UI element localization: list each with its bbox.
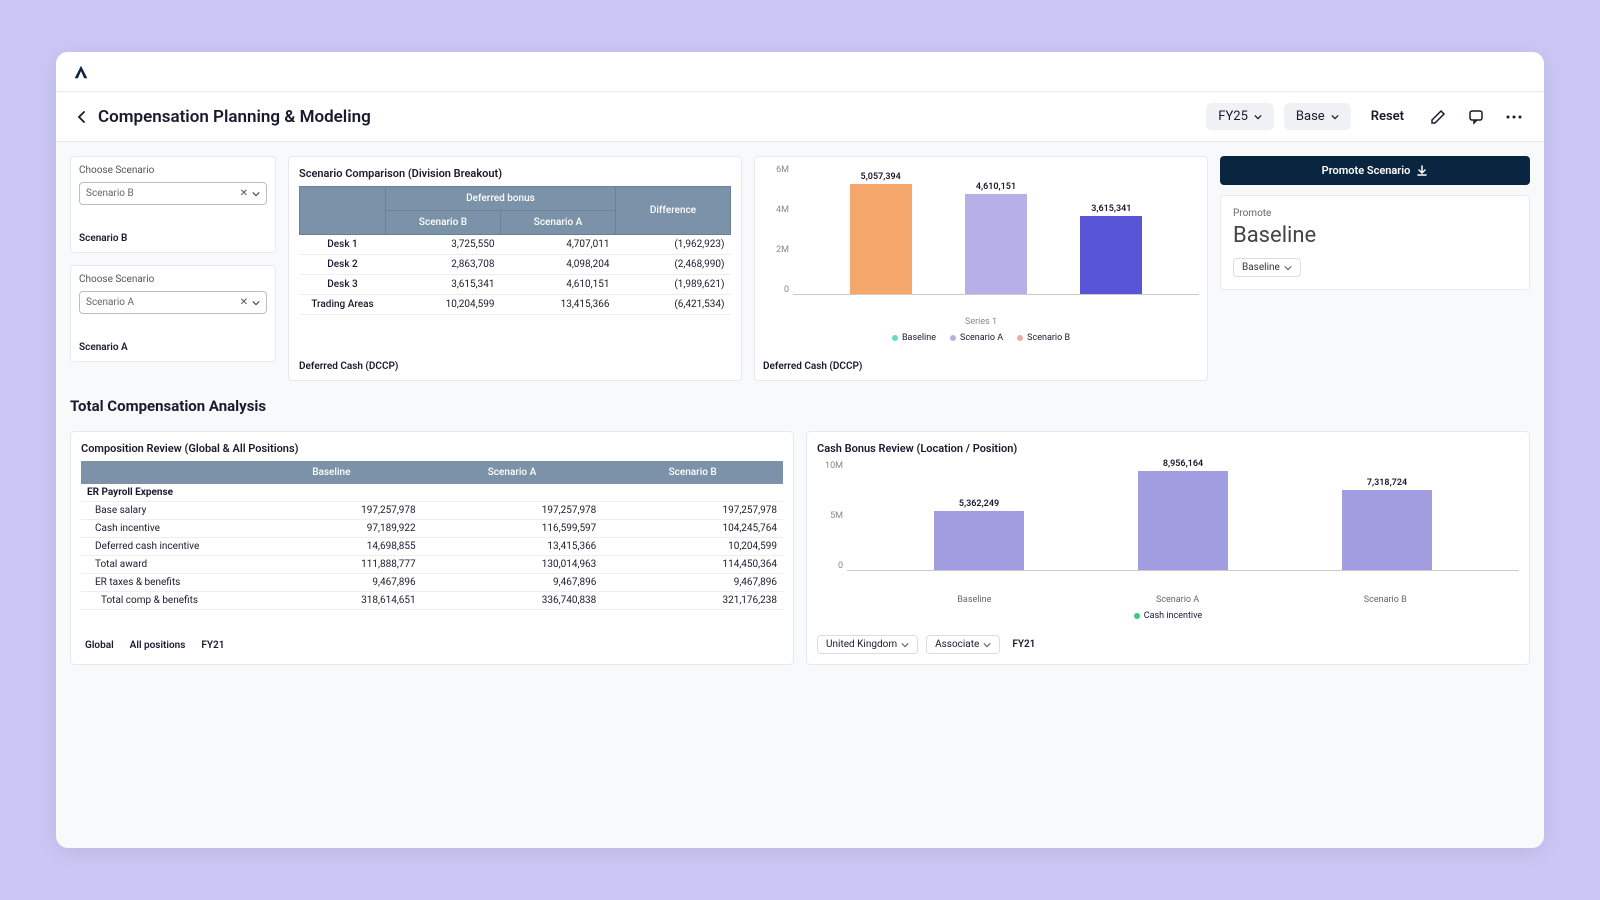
table-row: Desk 22,863,7084,098,204(2,468,990): [300, 255, 731, 275]
card-footer: Deferred Cash (DCCP): [763, 343, 1199, 372]
chip-label: Baseline: [1242, 262, 1280, 273]
card-footer: Deferred Cash (DCCP): [299, 343, 731, 372]
download-icon: [1416, 165, 1428, 177]
scenario-picker-b: Choose Scenario Scenario B ✕ Scenario B: [70, 156, 276, 253]
chevron-down-icon: [252, 190, 260, 198]
legend-label: Cash incentive: [1144, 611, 1202, 621]
composition-review-card: Composition Review (Global & All Positio…: [70, 431, 794, 665]
scenario-picker-a: Choose Scenario Scenario A ✕ Scenario A: [70, 265, 276, 362]
baseline-chip[interactable]: Baseline: [1233, 258, 1301, 277]
scenario-select-b[interactable]: Scenario B ✕: [79, 182, 267, 205]
version-selector-label: Base: [1296, 109, 1325, 124]
x-axis-labels: BaselineScenario AScenario B: [817, 595, 1519, 605]
y-axis: 10M5M0: [817, 461, 847, 571]
col-a: Scenario A: [501, 211, 616, 235]
promote-card-value: Baseline: [1233, 223, 1517, 248]
back-button[interactable]: [72, 107, 92, 127]
section-heading: Total Compensation Analysis: [70, 397, 1530, 415]
promote-button-label: Promote Scenario: [1322, 164, 1411, 177]
chevron-down-icon: [1284, 264, 1292, 272]
chevron-down-icon: [252, 299, 260, 307]
promote-card: Promote Baseline Baseline: [1220, 195, 1530, 290]
chevron-down-icon: [1254, 113, 1262, 121]
more-menu-button[interactable]: [1500, 103, 1528, 131]
picker-label: Choose Scenario: [79, 165, 267, 176]
chat-icon: [1468, 109, 1484, 125]
table-row: Base salary197,257,978197,257,978197,257…: [81, 502, 783, 520]
filter-chip[interactable]: Global: [81, 637, 118, 654]
table-row: Total comp & benefits318,614,651336,740,…: [81, 592, 783, 610]
comparison-table: Deferred bonus Difference Scenario B Sce…: [299, 186, 731, 315]
composition-table: BaselineScenario AScenario B ER Payroll …: [81, 461, 783, 610]
card-title: Cash Bonus Review (Location / Position): [817, 442, 1519, 455]
filter-row: United Kingdom Associate FY21: [817, 621, 1519, 654]
chevron-down-icon: [1331, 113, 1339, 121]
clear-icon[interactable]: ✕: [240, 297, 248, 308]
col-group: Deferred bonus: [386, 187, 616, 211]
chart-bars: 5,057,3944,610,1513,615,341: [793, 165, 1199, 294]
select-value: Scenario B: [86, 188, 134, 199]
filter-chip[interactable]: All positions: [126, 637, 190, 654]
promote-card-label: Promote: [1233, 208, 1517, 219]
cash-bonus-card: Cash Bonus Review (Location / Position) …: [806, 431, 1530, 665]
comment-button[interactable]: [1462, 103, 1490, 131]
clear-icon[interactable]: ✕: [240, 188, 248, 199]
legend-dot: [1134, 613, 1140, 619]
filter-row: Global All positions FY21: [81, 623, 783, 654]
comparison-table-card: Scenario Comparison (Division Breakout) …: [288, 156, 742, 381]
filter-chip[interactable]: FY21: [197, 637, 228, 654]
col-diff: Difference: [616, 187, 731, 235]
page-title: Compensation Planning & Modeling: [98, 107, 371, 127]
y-axis: 6M4M2M0: [763, 165, 793, 295]
card-title: Scenario Comparison (Division Breakout): [299, 167, 731, 180]
header-row: Compensation Planning & Modeling FY25 Ba…: [56, 92, 1544, 142]
dots-icon: [1506, 115, 1522, 119]
promote-scenario-button[interactable]: Promote Scenario: [1220, 156, 1530, 185]
fy-selector-label: FY25: [1218, 109, 1248, 124]
series-label: Series 1: [763, 317, 1199, 327]
app-logo-icon: [72, 63, 90, 81]
version-selector[interactable]: Base: [1284, 103, 1351, 130]
fy-selector[interactable]: FY25: [1206, 103, 1274, 130]
chart-bars: 5,362,2498,956,1647,318,724: [847, 461, 1519, 570]
table-row: Trading Areas10,204,59913,415,366(6,421,…: [300, 295, 731, 315]
table-row: Desk 33,615,3414,610,151(1,989,621): [300, 275, 731, 295]
table-row: Cash incentive97,189,922116,599,597104,2…: [81, 520, 783, 538]
reset-button[interactable]: Reset: [1361, 103, 1414, 130]
table-row: ER taxes & benefits9,467,8969,467,8969,4…: [81, 574, 783, 592]
table-row: Desk 13,725,5504,707,011(1,962,923): [300, 235, 731, 255]
filter-chip[interactable]: United Kingdom: [817, 635, 918, 654]
filter-chip[interactable]: Associate: [926, 635, 1000, 654]
scenario-footer-a: Scenario A: [79, 314, 267, 353]
edit-button[interactable]: [1424, 103, 1452, 131]
select-value: Scenario A: [86, 297, 134, 308]
chart-legend: Cash incentive: [817, 611, 1519, 621]
table-row: Total award111,888,777130,014,963114,450…: [81, 556, 783, 574]
filter-chip[interactable]: FY21: [1008, 635, 1039, 654]
col-b: Scenario B: [386, 211, 501, 235]
table-row: Deferred cash incentive14,698,85513,415,…: [81, 538, 783, 556]
scenario-footer-b: Scenario B: [79, 205, 267, 244]
card-title: Composition Review (Global & All Positio…: [81, 442, 783, 455]
topbar: [56, 52, 1544, 92]
chart-legend: BaselineScenario AScenario B: [763, 333, 1199, 343]
pencil-icon: [1430, 109, 1446, 125]
picker-label: Choose Scenario: [79, 274, 267, 285]
scenario-select-a[interactable]: Scenario A ✕: [79, 291, 267, 314]
deferred-cash-chart-card: 6M4M2M0 5,057,3944,610,1513,615,341 Seri…: [754, 156, 1208, 381]
